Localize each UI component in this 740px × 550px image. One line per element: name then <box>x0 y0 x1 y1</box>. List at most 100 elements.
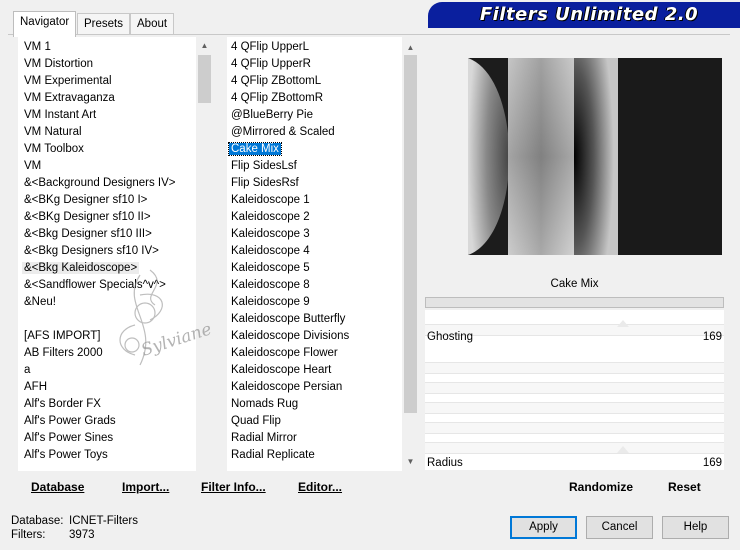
slider-track <box>425 382 724 394</box>
tab-about[interactable]: About <box>130 13 175 35</box>
apply-button[interactable]: Apply <box>510 516 577 539</box>
filter-item[interactable]: Flip SidesRsf <box>227 175 351 192</box>
filter-item[interactable]: Radial Replicate <box>227 447 351 464</box>
filter-item[interactable]: Quad Flip <box>227 413 351 430</box>
scroll-thumb[interactable] <box>404 55 417 413</box>
filter-info-button[interactable]: Filter Info... <box>201 480 266 494</box>
category-item-label: &<Bkg Designer sf10 III> <box>24 228 152 240</box>
category-item[interactable]: &<Bkg Designers sf10 IV> <box>18 243 178 260</box>
import-button[interactable]: Import... <box>122 480 169 494</box>
category-item[interactable]: &Neu! <box>18 294 178 311</box>
status-value: ICNET-Filters <box>69 515 138 527</box>
category-item[interactable]: &<BKg Designer sf10 I> <box>18 192 178 209</box>
filter-item[interactable]: Nomads Rug <box>227 396 351 413</box>
filter-item[interactable]: Kaleidoscope Heart <box>227 362 351 379</box>
category-item[interactable]: [AFS IMPORT] <box>18 328 178 345</box>
cancel-button[interactable]: Cancel <box>586 516 653 539</box>
tab-presets[interactable]: Presets <box>77 13 130 35</box>
category-item[interactable]: VM Toolbox <box>18 141 178 158</box>
filter-item[interactable]: Radial Mirror <box>227 430 351 447</box>
filter-item[interactable]: 4 QFlip ZBottomR <box>227 90 351 107</box>
category-item-label: &<BKg Designer sf10 II> <box>24 211 151 223</box>
status-label: Filters: <box>11 529 46 541</box>
filter-item[interactable]: 4 QFlip UpperL <box>227 39 351 56</box>
filter-item[interactable]: Kaleidoscope Persian <box>227 379 351 396</box>
filter-item[interactable]: Kaleidoscope 9 <box>227 294 351 311</box>
category-item-label: AB Filters 2000 <box>24 347 103 359</box>
filter-item[interactable]: Kaleidoscope 2 <box>227 209 351 226</box>
filter-item[interactable]: Cake Mix <box>227 141 351 158</box>
category-item[interactable]: &<Sandflower Specials^v^> <box>18 277 178 294</box>
slider-track <box>425 402 724 414</box>
filter-item-label: Kaleidoscope Heart <box>231 364 332 376</box>
category-item[interactable]: VM Natural <box>18 124 178 141</box>
filter-item-label: @BlueBerry Pie <box>231 109 313 121</box>
category-item-label: VM Instant Art <box>24 109 97 121</box>
filter-item[interactable]: @Mirrored & Scaled <box>227 124 351 141</box>
filter-item[interactable]: Kaleidoscope Butterfly <box>227 311 351 328</box>
filter-item[interactable]: Kaleidoscope Flower <box>227 345 351 362</box>
category-item-label: AFH <box>24 381 47 393</box>
filter-item-label: 4 QFlip UpperR <box>231 58 311 70</box>
filter-item[interactable]: Kaleidoscope 4 <box>227 243 351 260</box>
category-item[interactable] <box>18 311 178 328</box>
param-radius[interactable]: Radius 169 <box>425 446 724 472</box>
category-item[interactable]: VM Instant Art <box>18 107 178 124</box>
category-item[interactable]: Alf's Power Grads <box>18 413 178 430</box>
scroll-thumb[interactable] <box>198 55 211 103</box>
category-item[interactable]: Alf's Power Sines <box>18 430 178 447</box>
filter-item[interactable]: Kaleidoscope Divisions <box>227 328 351 345</box>
filter-item[interactable]: 4 QFlip UpperR <box>227 56 351 73</box>
tab-navigator[interactable]: Navigator <box>13 11 77 37</box>
category-item[interactable]: VM <box>18 158 178 175</box>
filter-scrollbar[interactable]: ▲ ▼ <box>402 37 419 471</box>
filter-item-label: Kaleidoscope 3 <box>231 228 310 240</box>
database-button[interactable]: Database <box>31 480 84 494</box>
filter-item[interactable]: @BlueBerry Pie <box>227 107 351 124</box>
scroll-up-arrow-icon[interactable]: ▲ <box>402 39 419 56</box>
category-list[interactable]: VM 1 VM Distortion VM Experimental VM Extra… <box>18 37 196 471</box>
category-item[interactable]: &<Bkg Kaleidoscope> <box>18 260 178 277</box>
status-value: 3973 <box>69 529 95 541</box>
scroll-up-arrow-icon[interactable]: ▲ <box>196 37 213 54</box>
filter-item[interactable]: Flip SidesLsf <box>227 158 351 175</box>
filter-item[interactable]: Kaleidoscope 5 <box>227 260 351 277</box>
category-item[interactable]: Alf's Power Toys <box>18 447 178 464</box>
category-item[interactable]: &<Bkg Designer sf10 III> <box>18 226 178 243</box>
randomize-button[interactable]: Randomize <box>569 480 633 494</box>
category-item[interactable]: VM Distortion <box>18 56 178 73</box>
scroll-down-arrow-icon[interactable]: ▼ <box>402 453 419 470</box>
category-item[interactable]: AFH <box>18 379 178 396</box>
category-item[interactable]: Alf's Border FX <box>18 396 178 413</box>
slider-thumb[interactable] <box>617 446 629 453</box>
param-ghosting[interactable]: Ghosting 169 <box>425 320 724 346</box>
reset-button[interactable]: Reset <box>668 480 701 494</box>
category-item-label: Alf's Border FX <box>24 398 101 410</box>
category-item-label: a <box>24 364 31 376</box>
help-button[interactable]: Help <box>662 516 729 539</box>
category-item-label: [AFS IMPORT] <box>24 330 101 342</box>
editor-button[interactable]: Editor... <box>298 480 342 494</box>
filter-item[interactable]: 4 QFlip ZBottomL <box>227 73 351 90</box>
status-database: Database: ICNET-Filters <box>11 515 138 527</box>
param-value: 169 <box>702 331 722 343</box>
filter-item[interactable]: Kaleidoscope 1 <box>227 192 351 209</box>
slider-track <box>425 422 724 434</box>
category-item[interactable]: VM Experimental <box>18 73 178 90</box>
category-item-label: &<Bkg Kaleidoscope> <box>22 262 140 274</box>
category-item[interactable]: VM 1 <box>18 39 178 56</box>
category-item-label: &<Bkg Designers sf10 IV> <box>24 245 159 257</box>
category-item[interactable]: a <box>18 362 178 379</box>
category-item[interactable]: VM Extravaganza <box>18 90 178 107</box>
category-item[interactable]: &<BKg Designer sf10 II> <box>18 209 178 226</box>
filter-item[interactable]: Kaleidoscope 8 <box>227 277 351 294</box>
category-scrollbar[interactable]: ▲ <box>196 37 213 471</box>
category-item[interactable]: &<Background Designers IV> <box>18 175 178 192</box>
filter-item-label: Kaleidoscope 2 <box>231 211 310 223</box>
category-item[interactable]: AB Filters 2000 <box>18 345 178 362</box>
filter-item[interactable]: Kaleidoscope 3 <box>227 226 351 243</box>
filter-item-label: @Mirrored & Scaled <box>231 126 335 138</box>
category-item-label <box>22 313 26 325</box>
slider-thumb[interactable] <box>617 320 629 327</box>
filter-list[interactable]: 4 QFlip UpperL 4 QFlip UpperR 4 QFlip ZBot… <box>227 37 402 471</box>
